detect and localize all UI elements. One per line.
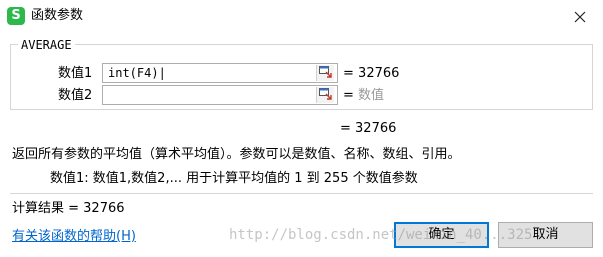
close-icon xyxy=(574,11,586,23)
arg2-range-select-button[interactable] xyxy=(316,87,334,103)
title-bar: S 函数参数 xyxy=(0,0,603,32)
formula-total-value: = 32766 xyxy=(340,121,397,136)
separator xyxy=(10,193,593,194)
arg1-result-value: 32766 xyxy=(358,66,400,81)
range-select-icon xyxy=(319,88,332,100)
arg1-result-equals: = xyxy=(343,66,354,81)
wps-app-icon: S xyxy=(7,7,25,25)
arg2-result: = 数值 xyxy=(343,88,384,104)
blog-watermark: http://blog.csdn.net/weixin_40...325 xyxy=(229,227,533,243)
function-help-link[interactable]: 有关该函数的帮助(H) xyxy=(12,228,136,245)
arg1-input[interactable] xyxy=(102,63,338,83)
arg2-label: 数值2 xyxy=(58,88,93,103)
function-description: 返回所有参数的平均值（算术平均值）。参数可以是数值、名称、数组、引用。 xyxy=(12,147,461,162)
arg1-result: = 32766 xyxy=(343,66,399,82)
arg2-input[interactable] xyxy=(102,85,338,105)
window-title: 函数参数 xyxy=(31,8,84,23)
calculation-result: 计算结果 = 32766 xyxy=(12,201,125,216)
arg2-result-type-hint: 数值 xyxy=(358,88,385,103)
function-name-legend: AVERAGE xyxy=(18,38,75,52)
argument-help-text: 数值1: 数值1,数值2,... 用于计算平均值的 1 到 255 个数值参数 xyxy=(50,171,418,186)
arg1-label: 数值1 xyxy=(58,66,93,81)
close-button[interactable] xyxy=(566,6,594,28)
arg2-result-equals: = xyxy=(343,88,354,103)
arg1-range-select-button[interactable] xyxy=(316,65,334,81)
range-select-icon xyxy=(319,66,332,78)
